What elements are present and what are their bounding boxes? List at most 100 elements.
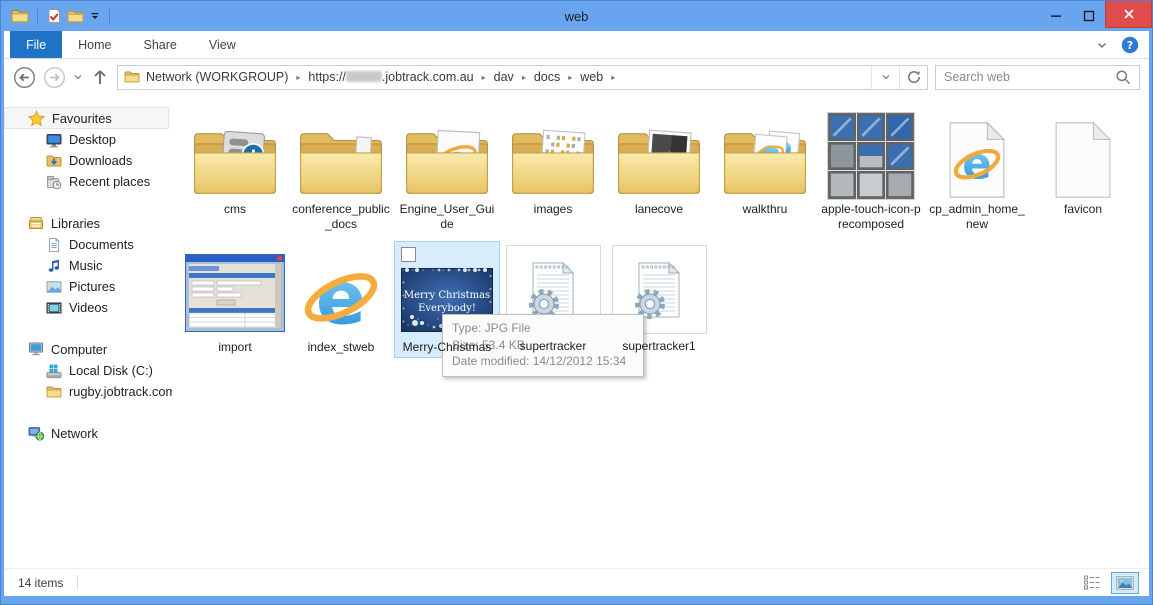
sidebar-item-downloads[interactable]: Downloads <box>4 150 172 171</box>
file-label: walkthru <box>743 202 788 217</box>
ribbon-tabs-row: FileHomeShareView ? <box>4 31 1149 59</box>
address-dropdown-icon[interactable] <box>871 66 899 89</box>
redacted-text <box>346 71 382 82</box>
file-item-apple-touch-icon-precomposed[interactable]: apple-touch-icon-precomposed <box>818 103 924 235</box>
file-label: cms <box>224 202 246 217</box>
sidebar-item-documents[interactable]: Documents <box>4 234 172 255</box>
tab-home[interactable]: Home <box>62 31 127 58</box>
tab-file[interactable]: File <box>10 31 62 58</box>
app-window-icon <box>185 254 285 338</box>
breadcrumb-item[interactable]: Network (WORKGROUP) <box>145 70 289 84</box>
address-bar[interactable]: Network (WORKGROUP) ▸ https://.jobtrack.co… <box>117 65 928 90</box>
sidebar-item-pictures[interactable]: Pictures <box>4 276 172 297</box>
picture-icon <box>46 279 62 295</box>
file-grid: cms conference_public_docseEngine_User_Gu… <box>172 95 1149 568</box>
breadcrumb-separator-icon: ▸ <box>611 73 615 82</box>
file-label: images <box>534 202 573 217</box>
ie-doc-icon: e <box>946 120 1008 200</box>
file-item-conference-public-docs[interactable]: conference_public_docs <box>288 103 394 235</box>
file-icon-box <box>509 107 597 200</box>
help-button[interactable]: ? <box>1121 36 1139 54</box>
tab-share[interactable]: Share <box>128 31 193 58</box>
file-icon-box <box>827 107 915 200</box>
breadcrumb-separator-icon: ▸ <box>482 73 486 82</box>
maximize-button[interactable] <box>1072 1 1105 31</box>
file-icon-box <box>185 245 285 338</box>
up-button[interactable] <box>90 67 110 87</box>
qat-arrow-icon[interactable] <box>88 9 102 23</box>
file-item-index-stweb[interactable]: eindex_stweb <box>288 241 394 358</box>
status-bar: 14 items <box>4 568 1149 596</box>
sidebar-item-desktop[interactable]: Desktop <box>4 129 172 150</box>
tiles-image-icon <box>827 112 915 200</box>
check-doc-icon[interactable] <box>45 7 63 25</box>
selection-checkbox[interactable] <box>401 247 416 262</box>
gear-doc-icon <box>627 257 691 323</box>
close-button[interactable] <box>1105 1 1152 28</box>
video-icon <box>46 300 62 316</box>
address-bar-row: Network (WORKGROUP) ▸ https://.jobtrack.co… <box>4 59 1149 95</box>
breadcrumb-item[interactable]: docs <box>533 70 561 84</box>
recent-locations-icon[interactable] <box>73 72 83 82</box>
tab-view[interactable]: View <box>193 31 252 58</box>
file-icon-box: e <box>298 245 384 338</box>
address-folder-icon <box>124 69 140 85</box>
file-label: cp_admin_home_new <box>927 202 1027 232</box>
sidebar-item-music[interactable]: Music <box>4 255 172 276</box>
details-view-button[interactable] <box>1078 572 1106 594</box>
file-icon-box <box>191 107 279 200</box>
explorer-window: web FileHomeShareView ? Network (WORK <box>0 0 1153 605</box>
minimize-button[interactable] <box>1039 1 1072 31</box>
folder-ie-doc-icon: e <box>403 126 491 200</box>
forward-button[interactable] <box>43 66 66 89</box>
new-folder-icon[interactable] <box>66 7 85 26</box>
file-item-cp-admin-home-new[interactable]: ecp_admin_home_new <box>924 103 1030 235</box>
file-icon-box: e <box>403 107 491 200</box>
document-icon <box>46 237 62 253</box>
breadcrumb-separator-icon: ▸ <box>522 73 526 82</box>
sidebar-item-local-disk-c[interactable]: Local Disk (C:) <box>4 360 172 381</box>
file-label: favicon <box>1064 202 1102 217</box>
sidebar-section-computer[interactable]: Computer <box>4 338 169 360</box>
file-item-favicon[interactable]: favicon <box>1030 103 1136 235</box>
ribbon-collapse-icon[interactable] <box>1096 39 1108 51</box>
file-item-lanecove[interactable]: lanecove <box>606 103 712 235</box>
folder-plain-icon <box>297 126 385 200</box>
file-item-merry-christmas[interactable]: Merry ChristmasEverybody!Merry-Christmas <box>394 241 500 358</box>
content-area: FavouritesDesktopDownloadsRecent places L… <box>4 95 1149 568</box>
refresh-icon[interactable] <box>899 66 927 89</box>
file-item-cms[interactable]: cms <box>182 103 288 235</box>
sidebar-section-libraries[interactable]: Libraries <box>4 212 169 234</box>
file-item-images[interactable]: images <box>500 103 606 235</box>
file-item-walkthru[interactable]: walkthru <box>712 103 818 235</box>
breadcrumb-item[interactable]: web <box>579 70 604 84</box>
search-box <box>935 65 1140 90</box>
search-icon <box>1115 69 1139 85</box>
file-label: supertracker1 <box>622 339 695 354</box>
blank-doc-icon <box>1052 120 1114 200</box>
app-icon[interactable] <box>10 6 30 26</box>
breadcrumb-item[interactable]: dav <box>493 70 515 84</box>
breadcrumb-item[interactable]: https://.jobtrack.com.au <box>307 70 474 84</box>
sidebar-item-recent-places[interactable]: Recent places <box>4 171 172 192</box>
search-input[interactable] <box>936 70 1115 84</box>
tooltip-type-line: Type: JPG File <box>452 320 634 337</box>
folder-ie-docs-icon <box>721 126 809 200</box>
file-item-import[interactable]: import <box>182 241 288 358</box>
svg-text:Merry Christmas: Merry Christmas <box>404 290 490 301</box>
breadcrumb: Network (WORKGROUP) ▸ https://.jobtrack.co… <box>145 70 871 84</box>
file-label: conference_public_docs <box>291 202 391 232</box>
file-item-engine-user-guide[interactable]: eEngine_User_Guide <box>394 103 500 235</box>
sidebar-item-rugby-jobtrack-com[interactable]: rugby.jobtrack.com... <box>4 381 172 402</box>
sidebar-item-videos[interactable]: Videos <box>4 297 172 318</box>
computer-icon <box>28 341 44 357</box>
file-icon-box <box>1052 107 1114 200</box>
sidebar-section-favourites[interactable]: Favourites <box>4 107 169 129</box>
window-title: web <box>1 9 1152 24</box>
back-button[interactable] <box>13 66 36 89</box>
toolbar-separator <box>37 9 38 24</box>
svg-text:Everybody!: Everybody! <box>418 303 476 314</box>
file-item-supertracker1[interactable]: supertracker1 <box>606 241 712 358</box>
thumbnail-view-button[interactable] <box>1111 572 1139 594</box>
sidebar-section-network[interactable]: Network <box>4 422 169 444</box>
